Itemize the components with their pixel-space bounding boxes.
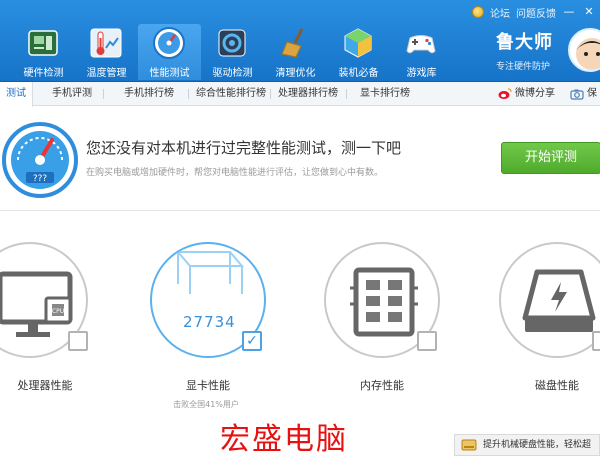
nav-driver-detect[interactable]: 驱动检测 — [201, 24, 264, 80]
tab-overall-ranking[interactable]: 综合性能排行榜 — [190, 82, 272, 106]
cpu-card-label: 处理器性能 — [17, 379, 73, 392]
tab-test[interactable]: 测试 — [0, 82, 33, 107]
memory-card-label: 内存性能 — [360, 379, 404, 392]
brand-slogan: 专注硬件防护 — [496, 62, 551, 72]
gauge-text: ??? — [33, 174, 48, 184]
nav-label: 性能测试 — [149, 68, 190, 79]
hero-subtitle: 在购买电脑或增加硬件时，帮您对电脑性能进行评估，让您做到心中有数。 — [86, 168, 384, 178]
save-screenshot[interactable]: 保 — [570, 82, 597, 106]
nav-label: 装机必备 — [338, 68, 379, 79]
thermometer-icon — [90, 28, 122, 58]
weibo-share[interactable]: 微博分享 — [498, 82, 555, 106]
brand-name: 鲁大师 — [496, 32, 553, 53]
gpu-card-label: 显卡性能 — [186, 379, 230, 392]
close-icon[interactable]: ✕ — [582, 5, 596, 19]
cpu-checkbox[interactable] — [68, 331, 88, 351]
tab-divider — [188, 89, 189, 99]
top-links: 论坛 问题反馈 — ✕ — [472, 3, 600, 21]
disk-checkbox[interactable] — [592, 331, 600, 351]
tab-cpu-ranking[interactable]: 处理器排行榜 — [272, 82, 344, 106]
hero-title: 您还没有对本机进行过完整性能测试，测一下吧 — [86, 139, 402, 157]
nav-label: 驱动检测 — [212, 68, 253, 79]
brand: 鲁大师 专注硬件防护 — [496, 28, 566, 78]
weibo-share-label: 微博分享 — [515, 88, 555, 99]
tab-divider — [270, 89, 271, 99]
cube-icon — [344, 28, 372, 58]
ludashi-window: 论坛 问题反馈 — ✕ 硬件检测 温度管理 性能测试 驱动检测 清理优化 装机必… — [0, 0, 600, 472]
camera-icon — [570, 89, 584, 100]
nav-temperature[interactable]: 温度管理 — [75, 24, 138, 80]
disk-card[interactable] — [499, 242, 600, 358]
bottom-strip — [0, 456, 600, 472]
disk-boost-promo[interactable]: 提升机械硬盘性能，轻松超 — [454, 434, 600, 456]
hardware-board-icon — [28, 30, 58, 56]
broom-icon — [281, 28, 304, 58]
gamepad-icon — [406, 35, 436, 54]
nav-game-library[interactable]: 游戏库 — [390, 24, 453, 80]
tab-gpu-ranking[interactable]: 显卡排行榜 — [354, 82, 416, 106]
nav-label: 温度管理 — [86, 68, 127, 79]
tab-phone-ranking[interactable]: 手机排行榜 — [118, 82, 180, 106]
svg-text:CPU: CPU — [52, 308, 64, 315]
nav-essentials[interactable]: 装机必备 — [327, 24, 390, 80]
title-bar: 论坛 问题反馈 — ✕ 硬件检测 温度管理 性能测试 驱动检测 清理优化 装机必… — [0, 0, 600, 82]
disk-card-label: 磁盘性能 — [535, 379, 579, 392]
nav-label: 游戏库 — [406, 68, 437, 79]
nav-performance-test[interactable]: 性能测试 — [138, 24, 201, 80]
hdd-icon — [461, 439, 477, 451]
minimize-icon[interactable]: — — [562, 5, 576, 19]
nav-hardware-detect[interactable]: 硬件检测 — [12, 24, 75, 80]
forum-link[interactable]: 论坛 — [490, 5, 510, 20]
medal-icon[interactable] — [472, 6, 484, 18]
avatar[interactable] — [568, 28, 600, 72]
speedometer-icon: ??? — [2, 122, 78, 198]
memory-checkbox[interactable] — [417, 331, 437, 351]
nav-label: 硬件检测 — [23, 68, 64, 79]
tab-phone-review[interactable]: 手机评测 — [46, 82, 98, 106]
tab-divider — [103, 89, 104, 99]
feedback-link[interactable]: 问题反馈 — [516, 5, 556, 20]
driver-chip-icon — [218, 29, 246, 57]
save-label: 保 — [587, 88, 597, 99]
mascot-icon — [576, 38, 600, 70]
sub-tab-bar: 测试 手机评测 手机排行榜 综合性能排行榜 处理器排行榜 显卡排行榜 微博分享 … — [0, 82, 600, 107]
weibo-icon — [498, 88, 512, 99]
main-nav: 硬件检测 温度管理 性能测试 驱动检测 清理优化 装机必备 游戏库 — [12, 24, 453, 80]
gpu-score: 27734 — [183, 313, 236, 331]
gpu-rank-text: 击败全国41%用户 — [173, 400, 239, 409]
nav-cleanup[interactable]: 清理优化 — [264, 24, 327, 80]
disk-drive-icon — [522, 269, 596, 332]
start-test-button[interactable]: 开始评测 — [501, 142, 600, 174]
tab-divider — [346, 89, 347, 99]
gpu-checkbox[interactable]: ✓ — [242, 331, 262, 351]
nav-label: 清理优化 — [275, 68, 316, 79]
speedometer-icon — [153, 27, 185, 59]
watermark-text: 宏盛电脑 — [220, 422, 348, 457]
promo-text: 提升机械硬盘性能，轻松超 — [483, 440, 592, 450]
